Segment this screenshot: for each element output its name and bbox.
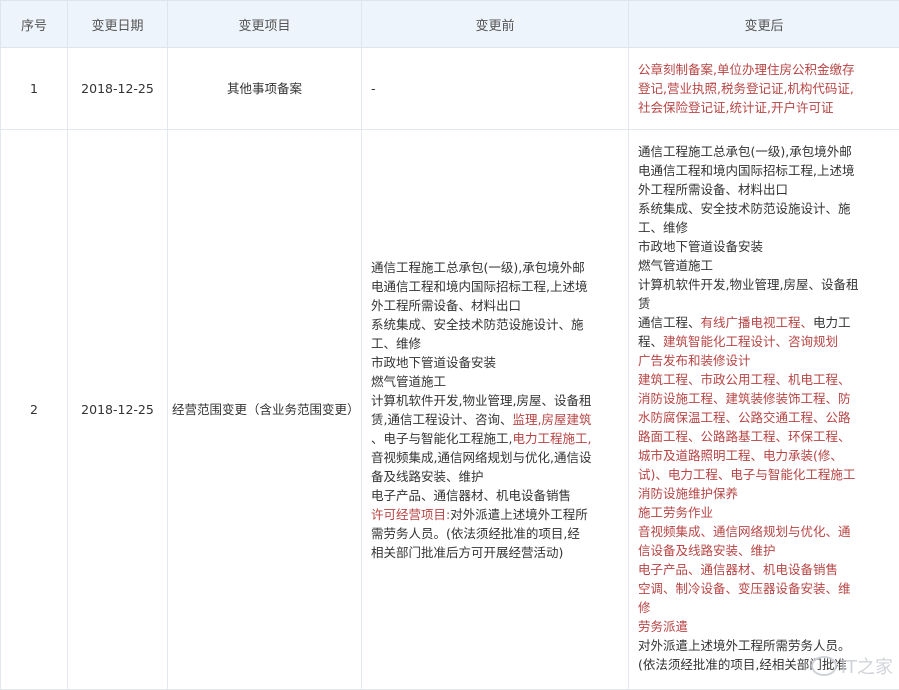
before-line: 电子产品、通信器材、机电设备销售 (371, 486, 619, 505)
cell-before: 通信工程施工总承包(一级),承包境外邮 电通信工程和境内国际招标工程,上述境 外… (362, 130, 629, 690)
table-header-row: 序号 变更日期 变更项目 变更前 变更后 (1, 1, 899, 48)
before-line: 赁,通信工程设计、咨询、监理,房屋建筑 (371, 410, 619, 429)
before-segment: 、电子与智能化工程施工, (371, 431, 512, 446)
after-segment: 电力工 (813, 315, 851, 330)
after-segment: 程、 (638, 334, 663, 349)
before-line: 燃气管道施工 (371, 372, 619, 391)
cell-date: 2018-12-25 (68, 130, 168, 690)
after-segment-highlight: 建筑智能化工程设计、咨询规划 (663, 334, 838, 349)
cell-date: 2018-12-25 (68, 48, 168, 130)
change-record-table: 序号 变更日期 变更项目 变更前 变更后 1 2018-12-25 其他事项备案… (0, 0, 899, 690)
header-date: 变更日期 (68, 1, 168, 48)
after-line: 施工劳务作业 (638, 503, 890, 522)
after-line: 市政地下管道设备安装 (638, 237, 890, 256)
cell-after: 通信工程施工总承包(一级),承包境外邮 电通信工程和境内国际招标工程,上述境 外… (629, 130, 899, 690)
after-line: 计算机软件开发,物业管理,房屋、设备租 (638, 275, 890, 294)
header-before: 变更前 (362, 1, 629, 48)
header-after: 变更后 (629, 1, 899, 48)
after-segment-highlight: 有线广播电视工程、 (701, 315, 814, 330)
cell-before: - (362, 48, 629, 130)
before-line: 许可经营项目:对外派遣上述境外工程所 (371, 505, 619, 524)
before-line: 外工程所需设备、材料出口 (371, 296, 619, 315)
watermark-text: IT之家 (841, 653, 893, 679)
chat-bubble-icon (811, 656, 837, 676)
after-line: 建筑工程、市政公用工程、机电工程、 (638, 370, 890, 389)
after-line: 水防腐保温工程、公路交通工程、公路 (638, 408, 890, 427)
after-line: 信设备及线路安装、维护 (638, 541, 890, 560)
header-seq: 序号 (1, 1, 68, 48)
before-line: 、电子与智能化工程施工,电力工程施工, (371, 429, 619, 448)
before-line: 系统集成、安全技术防范设施设计、施 (371, 315, 619, 334)
after-segment: 通信工程、 (638, 315, 701, 330)
after-line: 修 (638, 598, 890, 617)
before-line: 通信工程施工总承包(一级),承包境外邮 (371, 258, 619, 277)
after-line: 音视频集成、通信网络规划与优化、通 (638, 522, 890, 541)
before-line: 相关部门批准后方可开展经营活动) (371, 543, 619, 562)
after-line: 外工程所需设备、材料出口 (638, 180, 890, 199)
before-line: 计算机软件开发,物业管理,房屋、设备租 (371, 391, 619, 410)
after-line: 赁 (638, 294, 890, 313)
before-segment: 赁,通信工程设计、咨询、 (371, 412, 512, 427)
after-line: 公章刻制备案,单位办理住房公积金缴存 (638, 60, 890, 79)
after-line: 消防设施工程、建筑装修装饰工程、防 (638, 389, 890, 408)
before-line: 备及线路安装、维护 (371, 467, 619, 486)
after-line: 燃气管道施工 (638, 256, 890, 275)
header-item: 变更项目 (168, 1, 362, 48)
cell-seq: 1 (1, 48, 68, 130)
after-line: 电通信工程和境内国际招标工程,上述境 (638, 161, 890, 180)
after-line: 试)、电力工程、电子与智能化工程施工 (638, 465, 890, 484)
after-line: 消防设施维护保养 (638, 484, 890, 503)
table-row: 1 2018-12-25 其他事项备案 - 公章刻制备案,单位办理住房公积金缴存… (1, 48, 899, 130)
after-line: 劳务派遣 (638, 617, 890, 636)
after-line: 系统集成、安全技术防范设施设计、施 (638, 199, 890, 218)
before-segment: 对外派遣上述境外工程所 (450, 507, 588, 522)
after-line: 登记,营业执照,税务登记证,机构代码证, (638, 79, 890, 98)
after-line: 社会保险登记证,统计证,开户许可证 (638, 98, 890, 117)
cell-item: 经营范围变更（含业务范围变更） (168, 130, 362, 690)
before-line: 市政地下管道设备安装 (371, 353, 619, 372)
after-line: 路面工程、公路路基工程、环保工程、 (638, 427, 890, 446)
after-line: 城市及道路照明工程、电力承装(修、 (638, 446, 890, 465)
before-line: 音视频集成,通信网络规划与优化,通信设 (371, 448, 619, 467)
after-line: 空调、制冷设备、变压器设备安装、维 (638, 579, 890, 598)
cell-item: 其他事项备案 (168, 48, 362, 130)
before-segment-highlight: 监理,房屋建筑 (512, 412, 591, 427)
watermark: IT之家 (811, 653, 893, 679)
after-line: 通信工程施工总承包(一级),承包境外邮 (638, 142, 890, 161)
before-segment-highlight: 许可经营项目: (371, 507, 450, 522)
before-segment-highlight: 电力工程施工, (512, 431, 591, 446)
table-row: 2 2018-12-25 经营范围变更（含业务范围变更） 通信工程施工总承包(一… (1, 130, 899, 690)
before-line: 电通信工程和境内国际招标工程,上述境 (371, 277, 619, 296)
after-line: 程、建筑智能化工程设计、咨询规划 (638, 332, 890, 351)
cell-seq: 2 (1, 130, 68, 690)
after-line: 通信工程、有线广播电视工程、电力工 (638, 313, 890, 332)
after-line: 工、维修 (638, 218, 890, 237)
before-line: 工、维修 (371, 334, 619, 353)
after-line: 广告发布和装修设计 (638, 351, 890, 370)
cell-after: 公章刻制备案,单位办理住房公积金缴存 登记,营业执照,税务登记证,机构代码证, … (629, 48, 899, 130)
before-line: 需劳务人员。(依法须经批准的项目,经 (371, 524, 619, 543)
after-line: 电子产品、通信器材、机电设备销售 (638, 560, 890, 579)
